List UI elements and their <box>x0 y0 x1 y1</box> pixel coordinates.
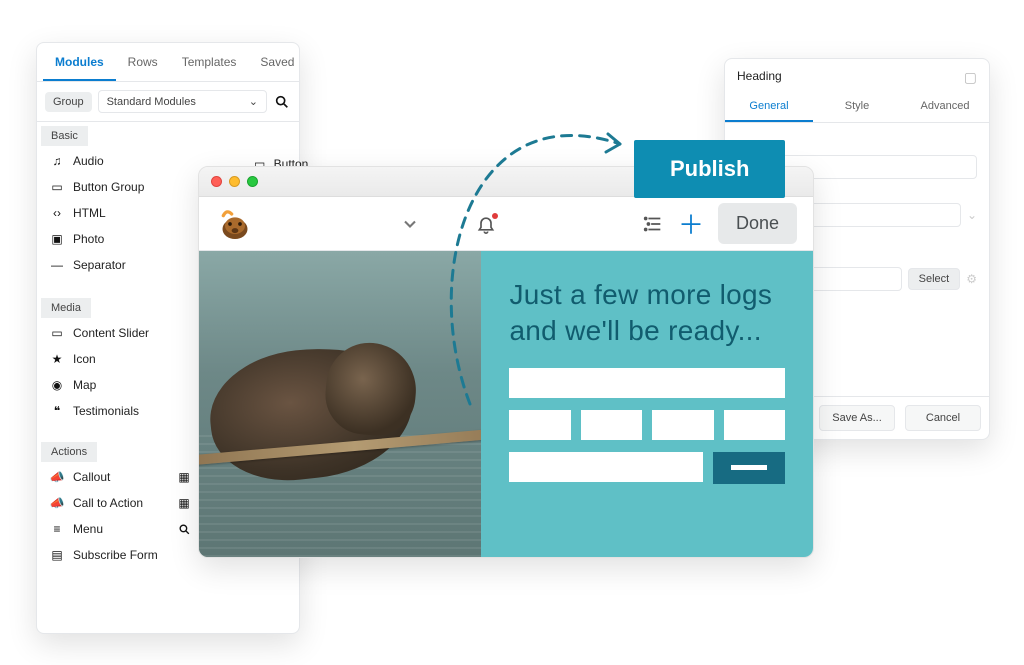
settings-title: Heading <box>737 69 782 86</box>
pin-icon: ◉ <box>49 378 65 392</box>
close-icon[interactable] <box>211 176 222 187</box>
form-field-2c[interactable] <box>652 410 713 440</box>
module-menu[interactable]: ≡Menu <box>41 516 168 542</box>
group-row: Group Standard Modules ⌄ <box>37 82 299 122</box>
form-icon: ▤ <box>49 548 65 562</box>
chevron-down-icon-3[interactable] <box>400 214 420 234</box>
search-icon-2 <box>176 523 192 536</box>
save-as-button[interactable]: Save As... <box>819 405 895 431</box>
section-media-title: Media <box>41 298 91 318</box>
module-callout[interactable]: 📣Callout <box>41 464 168 490</box>
hero-image <box>199 251 481 557</box>
done-button[interactable]: Done <box>718 203 797 244</box>
submit-button[interactable] <box>713 452 785 484</box>
chevron-down-icon-2: ⌄ <box>967 208 977 222</box>
quote-icon: ❝ <box>49 404 65 418</box>
form-mock <box>509 368 785 484</box>
beaver-logo-icon[interactable] <box>215 204 255 244</box>
form-field-2d[interactable] <box>724 410 785 440</box>
photo-icon: ▣ <box>49 232 65 246</box>
tab-templates[interactable]: Templates <box>170 43 249 81</box>
button-group-icon: ▭ <box>49 180 65 194</box>
grid-icon-2: ▦ <box>176 470 192 484</box>
chevron-down-icon: ⌄ <box>249 95 258 108</box>
tab-style[interactable]: Style <box>813 92 901 122</box>
group-label: Group <box>45 92 92 112</box>
minimize-icon[interactable] <box>229 176 240 187</box>
section-basic-title: Basic <box>41 126 88 146</box>
form-field-2a[interactable] <box>509 410 570 440</box>
grid-icon-3: ▦ <box>176 496 192 510</box>
browser-window: ＋ Done Just a few more logs and we'll be… <box>198 166 814 558</box>
gear-icon[interactable]: ⚙ <box>966 272 977 286</box>
tab-saved[interactable]: Saved <box>248 43 306 81</box>
menu-icon: ≡ <box>49 522 65 536</box>
group-select-value: Standard Modules <box>107 96 196 108</box>
module-subscribe-form[interactable]: ▤Subscribe Form <box>41 542 168 568</box>
search-icon[interactable] <box>273 93 291 111</box>
slider-icon: ▭ <box>49 326 65 340</box>
tab-modules[interactable]: Modules <box>43 43 116 81</box>
page-content: Just a few more logs and we'll be ready.… <box>199 251 813 557</box>
tab-rows[interactable]: Rows <box>116 43 170 81</box>
separator-icon: — <box>49 258 65 272</box>
cancel-button[interactable]: Cancel <box>905 405 981 431</box>
bell-icon[interactable] <box>476 214 496 234</box>
add-icon[interactable]: ＋ <box>678 205 704 242</box>
tab-general[interactable]: General <box>725 92 813 122</box>
form-field-3[interactable] <box>509 452 703 482</box>
hero-heading: Just a few more logs and we'll be ready.… <box>509 277 785 350</box>
expand-icon[interactable]: ▢ <box>964 69 977 86</box>
outline-icon[interactable] <box>642 213 664 235</box>
section-actions-title: Actions <box>41 442 97 462</box>
builder-toolbar: ＋ Done <box>199 197 813 251</box>
tab-advanced[interactable]: Advanced <box>901 92 989 122</box>
module-cta[interactable]: 📣Call to Action <box>41 490 168 516</box>
megaphone-icon: 📣 <box>49 470 65 484</box>
form-field-1[interactable] <box>509 368 785 398</box>
hero-right: Just a few more logs and we'll be ready.… <box>481 251 813 557</box>
group-select[interactable]: Standard Modules ⌄ <box>98 90 267 113</box>
publish-badge[interactable]: Publish <box>634 140 785 198</box>
code-icon: ‹› <box>49 206 65 220</box>
select-button[interactable]: Select <box>908 268 961 290</box>
sidebar-tabs: Modules Rows Templates Saved <box>37 43 299 82</box>
megaphone-icon-2: 📣 <box>49 496 65 510</box>
form-field-2b[interactable] <box>581 410 642 440</box>
maximize-icon[interactable] <box>247 176 258 187</box>
star-icon: ★ <box>49 352 65 366</box>
settings-tabs: General Style Advanced <box>725 92 989 123</box>
music-icon: ♫ <box>49 154 65 168</box>
